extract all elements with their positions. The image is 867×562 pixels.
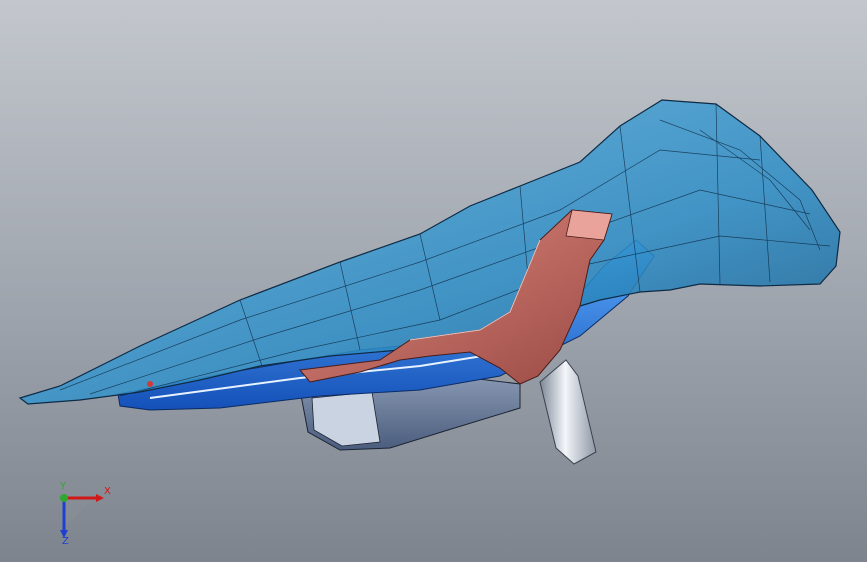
orientation-triad[interactable]: X Y Z — [48, 482, 112, 546]
cad-viewport[interactable]: X Y Z — [0, 0, 867, 562]
cad-model[interactable] — [0, 0, 867, 562]
x-axis-label: X — [104, 486, 111, 497]
y-axis-dot — [60, 494, 68, 502]
chrome-arm[interactable] — [539, 359, 597, 465]
z-axis-label: Z — [62, 536, 69, 546]
y-axis-label: Y — [59, 482, 67, 492]
x-axis-arrow — [96, 494, 104, 502]
bracket-top-face — [565, 209, 613, 241]
accent-mark — [147, 381, 153, 387]
